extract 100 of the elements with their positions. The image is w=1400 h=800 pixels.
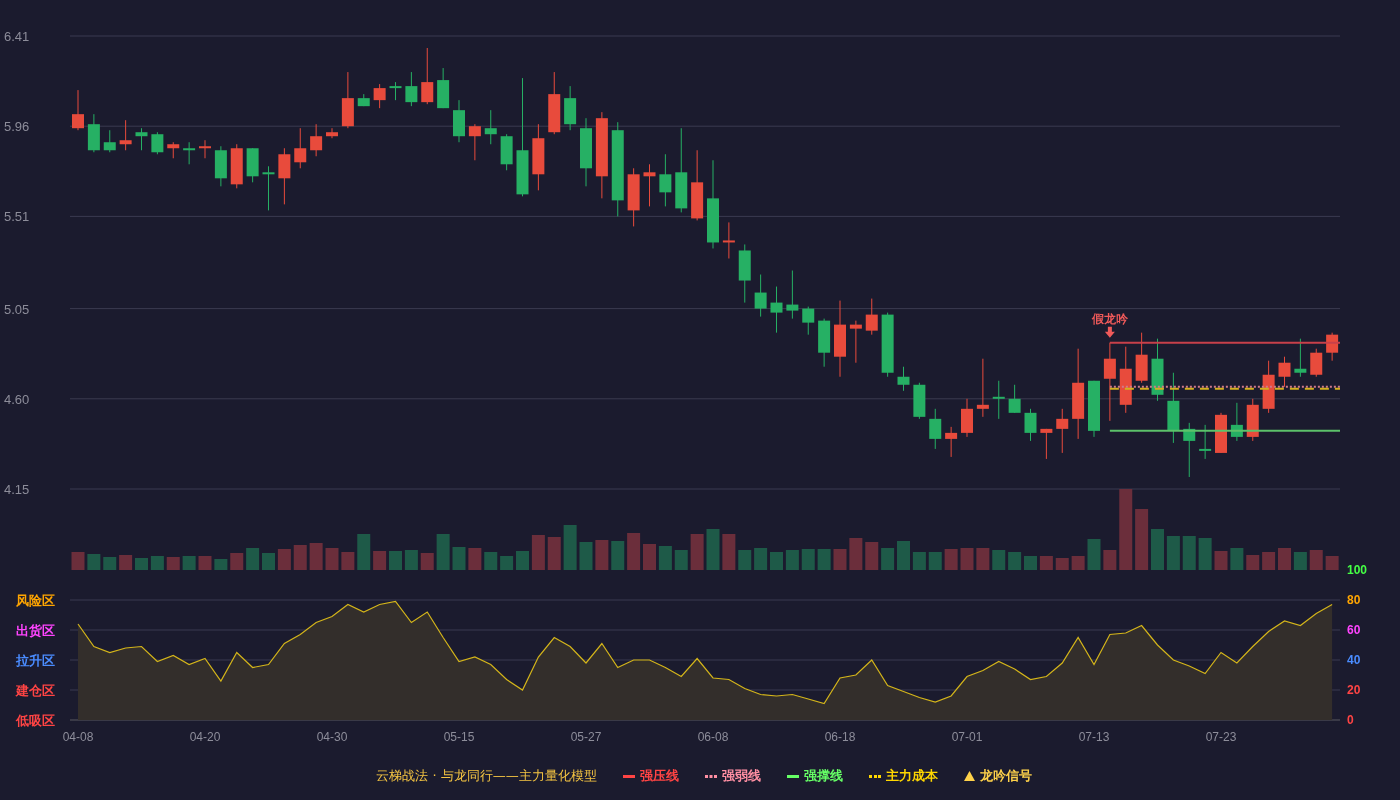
candlestick xyxy=(881,312,894,378)
candlestick xyxy=(929,408,942,450)
candlestick xyxy=(326,127,338,139)
volume-bar xyxy=(103,557,117,570)
legend-label: 龙吟信号 xyxy=(979,767,1032,785)
date-axis-label: 04-20 xyxy=(189,730,221,744)
triangle-icon xyxy=(963,771,975,781)
candlestick xyxy=(1040,428,1053,460)
volume-bar xyxy=(293,545,307,570)
volume-bar xyxy=(1166,536,1180,570)
candlestick xyxy=(500,133,513,171)
legend-label: 主力成本 xyxy=(885,767,938,785)
volume-bar xyxy=(1278,548,1291,570)
volume-bar xyxy=(420,553,434,570)
volume-bar xyxy=(706,529,720,570)
candlestick xyxy=(532,123,545,191)
candlestick xyxy=(1262,360,1275,414)
volume-bar xyxy=(928,552,942,570)
indicator-axis-label: 0 xyxy=(1347,713,1354,727)
date-axis-label: 05-15 xyxy=(443,730,475,744)
volume-bar xyxy=(71,552,85,570)
volume-bar xyxy=(484,552,498,570)
volume-bar xyxy=(373,551,387,570)
legend-title: 云梯战法 · 与龙同行——主力量化模型 xyxy=(376,767,597,785)
indicator-axis-label: 40 xyxy=(1347,653,1361,667)
volume-bar xyxy=(833,549,847,570)
date-axis-label: 07-01 xyxy=(951,730,983,744)
date-axis-label: 06-08 xyxy=(697,730,729,744)
candlestick xyxy=(119,119,132,151)
volume-bar xyxy=(246,548,260,570)
volume-bar xyxy=(944,549,958,570)
volume-bar xyxy=(1246,555,1260,570)
volume-bar xyxy=(277,549,291,570)
candlestick xyxy=(580,117,592,187)
candlestick xyxy=(1230,402,1243,442)
candlestick xyxy=(754,274,767,318)
candlestick xyxy=(1056,408,1069,454)
volume-bar xyxy=(182,556,196,570)
volume-bar xyxy=(595,540,609,570)
candlestick xyxy=(770,286,783,334)
candlestick xyxy=(659,153,672,207)
volume-bar xyxy=(643,544,656,570)
volume-bar xyxy=(262,553,275,570)
volume-bar xyxy=(770,552,783,570)
volume-bar xyxy=(389,551,402,570)
candlestick xyxy=(167,141,180,159)
candlestick xyxy=(564,85,577,131)
indicator-axis-label: 100 xyxy=(1347,563,1368,577)
volume-bar xyxy=(754,548,768,570)
down-arrow-icon xyxy=(1104,326,1115,338)
candlestick xyxy=(961,398,973,438)
volume-bar xyxy=(357,534,371,570)
price-axis-label: 4.60 xyxy=(4,391,30,407)
volume-bar xyxy=(611,541,625,570)
price-axis-label: 5.05 xyxy=(4,301,30,317)
volume-bar xyxy=(1151,529,1164,570)
candlestick xyxy=(865,298,878,336)
volume-bar xyxy=(579,542,593,570)
date-axis-label: 07-13 xyxy=(1078,730,1110,744)
candlestick xyxy=(1199,424,1212,460)
candlestick xyxy=(214,145,227,187)
legend-label: 强撑线 xyxy=(803,767,843,785)
candlestick xyxy=(691,149,704,221)
volume-bar xyxy=(690,534,704,570)
volume-bar xyxy=(1182,536,1196,570)
volume-bar xyxy=(1230,548,1244,570)
candlestick xyxy=(738,243,751,304)
volume-bar xyxy=(516,551,529,570)
candlestick xyxy=(818,318,831,368)
candlestick xyxy=(310,123,323,157)
volume-bar xyxy=(214,559,228,570)
candlestick xyxy=(389,81,402,101)
volume-bar xyxy=(1024,556,1037,570)
candlestick xyxy=(548,71,561,135)
candlestick xyxy=(1246,398,1259,442)
candlestick xyxy=(246,147,259,183)
candlestick xyxy=(1215,412,1227,454)
date-axis-label: 06-18 xyxy=(824,730,856,744)
volume-bar xyxy=(452,547,466,570)
legend-label: 强弱线 xyxy=(721,767,761,785)
candlestick xyxy=(357,93,370,107)
candlestick xyxy=(72,89,84,131)
candlestick xyxy=(1135,332,1148,384)
candlestick xyxy=(262,165,275,211)
candlestick xyxy=(1088,380,1100,438)
zone-label: 低吸区 xyxy=(16,713,55,728)
volume-bar xyxy=(738,550,752,570)
price-axis-label: 4.15 xyxy=(4,482,30,497)
volume-bar xyxy=(912,552,926,570)
candlestick xyxy=(643,163,656,207)
volume-bar xyxy=(865,542,879,570)
volume-bar xyxy=(817,549,831,570)
volume-bar xyxy=(1055,558,1069,570)
volume-bar xyxy=(341,552,355,570)
candlestick xyxy=(484,109,497,145)
volume-bar xyxy=(658,546,672,570)
date-axis-label: 05-27 xyxy=(570,730,602,744)
date-axis-label: 07-23 xyxy=(1205,730,1237,744)
candlestick xyxy=(1167,372,1180,444)
candlestick xyxy=(183,141,196,165)
